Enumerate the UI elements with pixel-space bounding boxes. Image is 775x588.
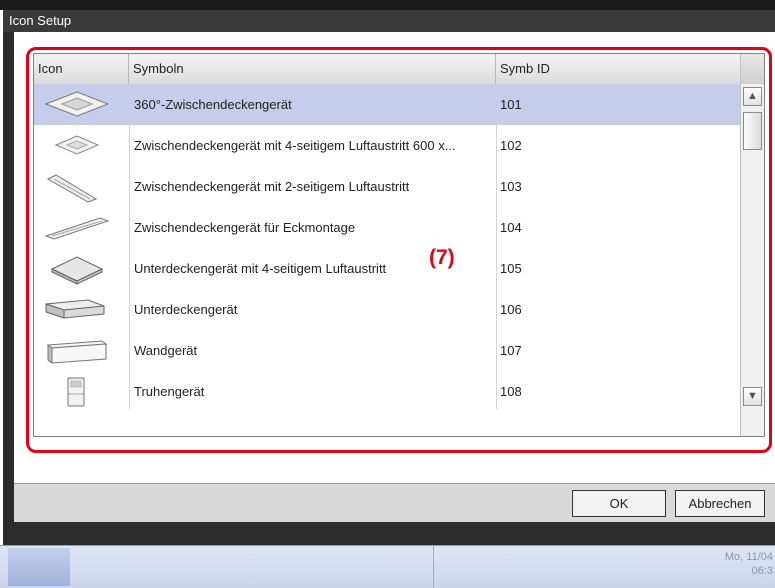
symbol-id: 106 [500,302,522,317]
dialog-footer: OK Abbrechen [3,483,775,545]
table-row[interactable]: Wandgerät 107 [34,330,740,371]
taskbar: Mo, 11/04 06:3 [0,545,775,588]
symbol-name: Truhengerät [134,384,205,399]
ceiling-cassette-2way-icon [34,166,129,207]
cancel-button[interactable]: Abbrechen [675,490,765,517]
table-row[interactable]: Zwischendeckengerät mit 4-seitigem Lufta… [34,125,740,166]
floor-unit-icon [34,371,129,412]
taskbar-start-button[interactable] [8,548,70,586]
icon-table: Icon Symboln Symb ID 360°-Zwischendecken… [33,53,765,437]
symbol-name: Unterdeckengerät [134,302,238,317]
clock-time: 06:3 [751,565,773,577]
symbol-id: 101 [500,97,522,112]
ceiling-cassette-360-icon [34,84,129,125]
button-panel: OK Abbrechen [14,483,775,522]
scrollbar-header-cap [741,54,764,84]
symbol-name: 360°-Zwischendeckengerät [134,97,292,112]
clock-date: Mo, 11/04 [724,551,773,563]
dialog-title: Icon Setup [9,13,72,28]
ceiling-cassette-4way-icon [34,125,129,166]
symbol-name: Wandgerät [134,343,198,358]
dialog-titlebar: Icon Setup [3,10,775,32]
table-row[interactable]: Zwischendeckengerät für Eckmontage 104 [34,207,740,248]
symbol-id: 104 [500,220,522,235]
table-header: Icon Symboln Symb ID [34,54,740,85]
table-row[interactable]: Unterdeckengerät mit 4-seitigem Luftaust… [34,248,740,289]
symbol-name: Zwischendeckengerät mit 2-seitigem Lufta… [134,179,410,194]
underceiling-4way-icon [34,248,129,289]
dialog-body: Icon Symboln Symb ID 360°-Zwischendecken… [14,32,775,506]
taskbar-divider [433,546,434,588]
underceiling-icon [34,289,129,330]
top-bar [0,0,775,10]
scroll-down-button[interactable]: ▼ [743,387,762,406]
wall-unit-icon [34,330,129,371]
symbol-id: 102 [500,138,522,153]
header-symbol-id[interactable]: Symb ID [496,54,740,84]
symbol-id: 105 [500,261,522,276]
scroll-up-button[interactable]: ▲ [743,87,762,106]
scroll-thumb[interactable] [743,112,762,150]
symbol-id: 107 [500,343,522,358]
header-symbol-name[interactable]: Symboln [129,54,496,84]
table-row[interactable]: Unterdeckengerät 106 [34,289,740,330]
ok-button[interactable]: OK [572,490,666,517]
icon-setup-dialog: Icon Setup Icon Symboln Symb ID 360°-Zwi… [3,10,775,545]
taskbar-clock: Mo, 11/04 06:3 [725,550,773,578]
symbol-id: 103 [500,179,522,194]
symbol-name: Zwischendeckengerät für Eckmontage [134,220,356,235]
symbol-id: 108 [500,384,522,399]
table-row[interactable]: Zwischendeckengerät mit 2-seitigem Lufta… [34,166,740,207]
table-row[interactable]: Truhengerät 108 [34,371,740,412]
table-row[interactable]: 360°-Zwischendeckengerät 101 [34,84,740,125]
annotation-frame: Icon Symboln Symb ID 360°-Zwischendecken… [26,47,772,453]
symbol-name: Zwischendeckengerät mit 4-seitigem Lufta… [134,138,456,153]
ceiling-corner-icon [34,207,129,248]
annotation-label: (7) [429,246,455,269]
vertical-scrollbar[interactable]: ▲ ▼ [740,54,764,436]
header-icon[interactable]: Icon [34,54,129,84]
